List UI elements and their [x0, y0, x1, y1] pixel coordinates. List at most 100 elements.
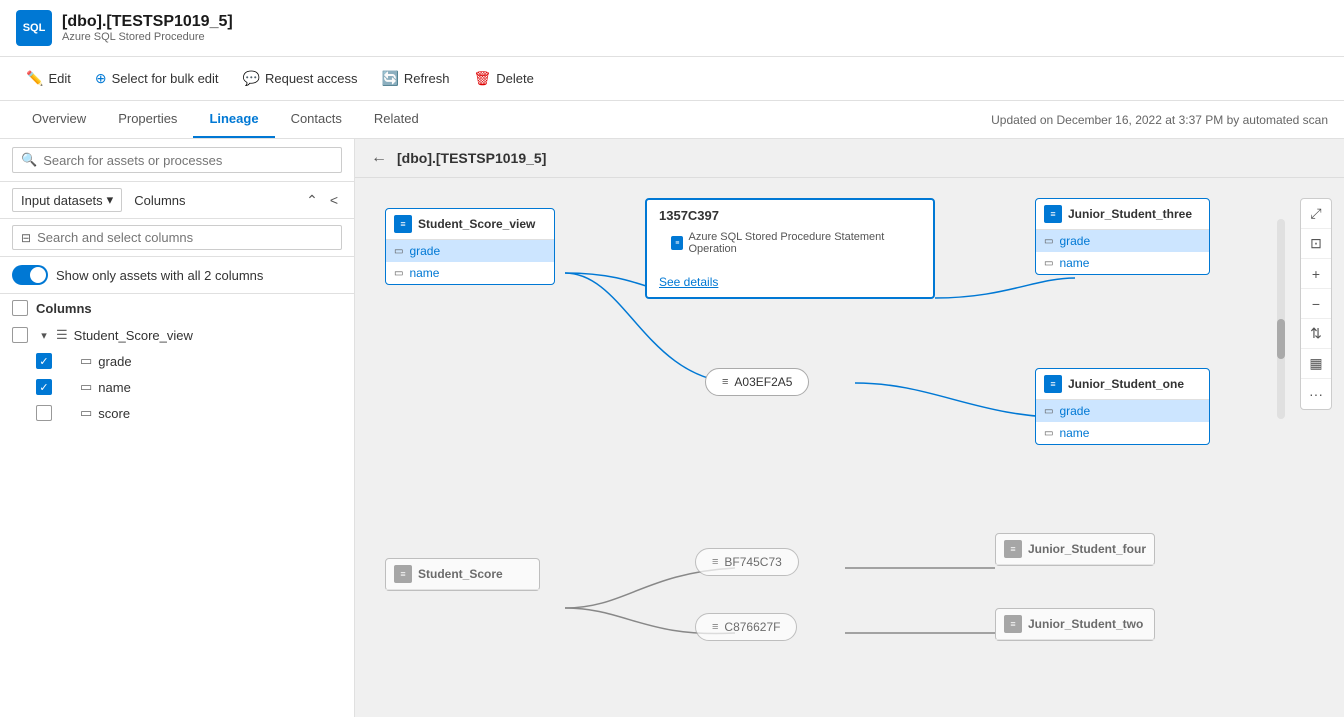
node-icon-ss: ≡ [394, 565, 412, 583]
field-grade-ssv: ▭grade [386, 240, 554, 262]
zoom-scrollbar [1277, 219, 1285, 419]
filter-icon: ⊟ [21, 231, 31, 245]
node-oval-bf7[interactable]: ≡ BF745C73 [695, 548, 799, 576]
node-icon-j1: ≡ [1044, 375, 1062, 393]
table-icon: ☰ [56, 327, 68, 343]
expand-canvas-btn[interactable]: ⤢ [1301, 199, 1331, 229]
select-bulk-button[interactable]: ⊕ Select for bulk edit [85, 65, 229, 92]
refresh-button[interactable]: 🔄 Refresh [371, 65, 459, 92]
tab-overview[interactable]: Overview [16, 101, 102, 138]
canvas-header: ← [dbo].[TESTSP1019_5] [355, 139, 1344, 178]
parent-checkbox[interactable] [12, 327, 28, 343]
sidebar-toolbar-right: ⌃ < [302, 190, 342, 211]
main-canvas: ← [dbo].[TESTSP1019_5] [355, 139, 1344, 717]
node-student-score-view[interactable]: ≡ Student_Score_view ▭grade ▭name [385, 208, 555, 285]
node-junior-one[interactable]: ≡ Junior_Student_one ▭grade ▭name [1035, 368, 1210, 445]
column-search-inner: ⊟ [12, 225, 342, 250]
field-name-jt3: ▭name [1036, 252, 1209, 274]
canvas-controls: ⤢ ⊡ + − ⇅ ▦ ··· [1300, 198, 1332, 410]
tree-expand-icon[interactable]: ▾ [36, 327, 52, 343]
chevron-down-icon: ▾ [107, 192, 114, 208]
back-button[interactable]: ← [371, 149, 387, 167]
column-icon-name: ▭ [80, 379, 92, 395]
canvas-area: ≡ Student_Score_view ▭grade ▭name 1357C3… [355, 178, 1344, 712]
node-icon-jf: ≡ [1004, 540, 1022, 558]
dataset-dropdown[interactable]: Input datasets ▾ [12, 188, 122, 212]
page-subtitle: Azure SQL Stored Procedure [62, 31, 233, 43]
tabs-left: Overview Properties Lineage Contacts Rel… [16, 101, 435, 138]
field-grade-j1: ▭grade [1036, 400, 1209, 422]
node-oval-a03[interactable]: ≡ A03EF2A5 [705, 368, 809, 396]
node-label-ss: Student_Score [418, 567, 503, 581]
plus-circle-icon: ⊕ [95, 70, 107, 87]
asset-search-input[interactable] [43, 153, 333, 168]
tab-related[interactable]: Related [358, 101, 435, 138]
app-icon: SQL [16, 10, 52, 46]
more-btn[interactable]: ··· [1301, 379, 1331, 409]
edit-button[interactable]: ✏️ Edit [16, 65, 81, 92]
grade-checkbox[interactable] [36, 353, 52, 369]
layout-btn[interactable]: ⇅ [1301, 319, 1331, 349]
tab-properties[interactable]: Properties [102, 101, 193, 138]
field-name-j1: ▭name [1036, 422, 1209, 444]
columns-header-row: Columns [0, 294, 354, 322]
page-title: [dbo].[TESTSP1019_5] [62, 13, 233, 31]
zoom-in-btn[interactable]: + [1301, 259, 1331, 289]
node-oval-c87[interactable]: ≡ C876627F [695, 613, 797, 641]
toolbar: ✏️ Edit ⊕ Select for bulk edit 💬 Request… [0, 57, 1344, 101]
node-icon-jt3: ≡ [1044, 205, 1062, 223]
score-label: score [98, 406, 130, 421]
toggle-label: Show only assets with all 2 columns [56, 268, 263, 283]
columns-header-label: Columns [36, 301, 92, 316]
tab-lineage[interactable]: Lineage [193, 101, 274, 138]
score-checkbox[interactable] [36, 405, 52, 421]
name-checkbox[interactable] [36, 379, 52, 395]
column-icon-score: ▭ [80, 405, 92, 421]
collapse-icon[interactable]: ⌃ [302, 190, 322, 211]
sidebar: 🔍 Input datasets ▾ Columns ⌃ < ⊟ [0, 139, 355, 717]
refresh-icon: 🔄 [381, 70, 398, 87]
tree-parent-row[interactable]: ▾ ☰ Student_Score_view [0, 322, 354, 348]
fit-canvas-btn[interactable]: ⊡ [1301, 229, 1331, 259]
columns-label: Columns [134, 193, 185, 208]
tab-contacts[interactable]: Contacts [275, 101, 358, 138]
zoom-thumb [1277, 319, 1285, 359]
node-label-j2: Junior_Student_two [1028, 617, 1143, 631]
tree-child-score[interactable]: ▭ score [24, 400, 354, 426]
toggle-control[interactable] [12, 265, 48, 285]
field-grade-jt3: ▭grade [1036, 230, 1209, 252]
oval-icon-c87: ≡ [712, 621, 718, 633]
see-details-link[interactable]: See details [647, 271, 933, 297]
oval-icon-a03: ≡ [722, 376, 728, 388]
tree-parent-label: Student_Score_view [74, 328, 193, 343]
node-junior-two[interactable]: ≡ Junior_Student_two [995, 608, 1155, 641]
tree-child-grade[interactable]: ▭ grade [24, 348, 354, 374]
node-header-j2: ≡ Junior_Student_two [996, 609, 1154, 640]
node-junior-four[interactable]: ≡ Junior_Student_four [995, 533, 1155, 566]
content-area: 🔍 Input datasets ▾ Columns ⌃ < ⊟ [0, 139, 1344, 717]
node-header-ssv: ≡ Student_Score_view [386, 209, 554, 240]
tree-children: ▭ grade ▭ name ▭ score [0, 348, 354, 426]
node-label-jf: Junior_Student_four [1028, 542, 1146, 556]
grade-label: grade [98, 354, 131, 369]
delete-button[interactable]: 🗑 Delete [463, 65, 543, 92]
asset-search-container: 🔍 [12, 147, 342, 173]
table-btn[interactable]: ▦ [1301, 349, 1331, 379]
columns-checkbox[interactable] [12, 300, 28, 316]
column-search-box: ⊟ [0, 219, 354, 257]
zoom-out-btn[interactable]: − [1301, 289, 1331, 319]
node-process-1357[interactable]: 1357C397 ≡ Azure SQL Stored Procedure St… [645, 198, 935, 299]
request-access-button[interactable]: 💬 Request access [233, 65, 368, 92]
node-junior-three[interactable]: ≡ Junior_Student_three ▭grade ▭name [1035, 198, 1210, 275]
oval-label-bf7: BF745C73 [724, 555, 781, 569]
column-search-input[interactable] [37, 230, 333, 245]
sidebar-toolbar: Input datasets ▾ Columns ⌃ < [0, 182, 354, 219]
node-label-jt3: Junior_Student_three [1068, 207, 1192, 221]
oval-label-c87: C876627F [724, 620, 780, 634]
tree-child-name[interactable]: ▭ name [24, 374, 354, 400]
node-student-score[interactable]: ≡ Student_Score [385, 558, 540, 591]
node-header-jt3: ≡ Junior_Student_three [1036, 199, 1209, 230]
expand-icon[interactable]: < [326, 190, 342, 210]
delete-icon: 🗑 [473, 70, 491, 87]
node-header-j1: ≡ Junior_Student_one [1036, 369, 1209, 400]
